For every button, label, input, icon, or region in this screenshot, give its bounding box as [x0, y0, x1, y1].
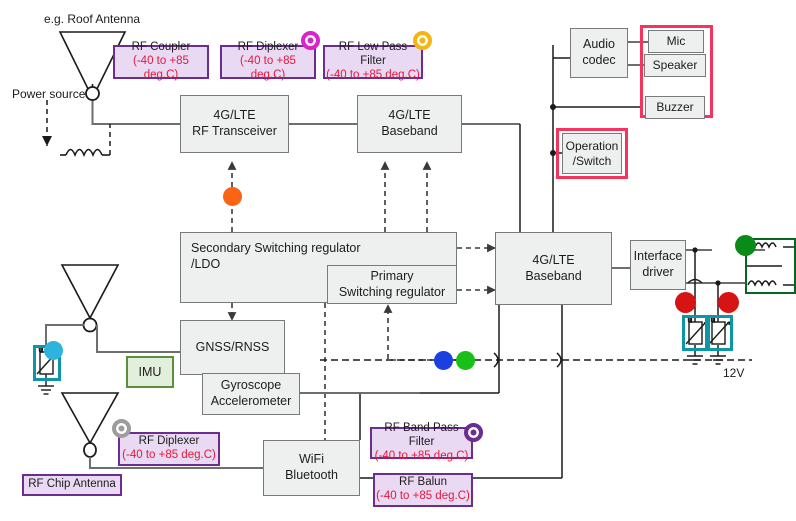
tag-rf-diplexer-top[interactable]: RF Diplexer (-40 to +85 deg.C) — [220, 41, 316, 81]
block-buzzer[interactable]: Buzzer — [645, 96, 705, 119]
marker-ring-magenta — [301, 31, 320, 50]
rf-chip-antenna-label: RF Chip Antenna — [28, 478, 116, 491]
marker-dot-red-right — [718, 292, 739, 313]
interface-driver-line1: Interface — [633, 249, 683, 264]
baseband-top-line2: Baseband — [381, 124, 438, 138]
wifi-bt-line1: WiFi — [298, 452, 324, 467]
rf-transceiver-line1: 4G/LTE — [213, 108, 256, 123]
primary-regulator-line2: Switching regulator — [338, 284, 446, 299]
tag-rf-diplexer-bottom[interactable]: RF Diplexer (-40 to +85 deg.C) — [118, 432, 220, 466]
rf-transceiver-line2: RF Transceiver — [192, 124, 277, 138]
buzzer-label: Buzzer — [656, 100, 694, 114]
block-gnss-rnss[interactable]: GNSS/RNSS — [180, 320, 285, 375]
rf-diplexer-bot-name: RF Diplexer — [138, 435, 200, 448]
block-lte-baseband-mid[interactable]: 4G/LTE Baseband — [495, 232, 612, 305]
primary-regulator-line1: Primary — [370, 268, 414, 283]
interface-driver-line2: driver — [642, 265, 674, 279]
operation-switch-line1: Operation — [565, 138, 619, 153]
baseband-top-line1: 4G/LTE — [388, 108, 431, 123]
rf-diplexer-top-temp: (-40 to +85 deg.C) — [240, 55, 296, 81]
label-12v: 12V — [723, 366, 745, 380]
imu-label: IMU — [138, 365, 162, 379]
rf-balun-name: RF Balun — [399, 476, 447, 489]
marker-ring-gray — [112, 419, 131, 438]
tag-rf-chip-antenna[interactable]: RF Chip Antenna — [22, 474, 122, 496]
marker-dot-green — [456, 351, 475, 370]
block-diagram-canvas: u u u 4G/LTE RF Transceiver 4G/LTE Baseb… — [0, 0, 796, 521]
label-power-source: Power source — [12, 87, 86, 101]
marker-dot-red-left — [675, 292, 696, 313]
marker-dot-orange — [223, 187, 242, 206]
rf-band-pass-name: RF Band Pass Filter — [384, 422, 459, 449]
operation-switch-line2: /Switch — [572, 153, 612, 168]
marker-ring-yellow — [413, 31, 432, 50]
block-interface-driver[interactable]: Interface driver — [630, 240, 686, 290]
gyro-line1: Gyroscope — [220, 378, 282, 393]
marker-dot-blue — [434, 351, 453, 370]
baseband-mid-line1: 4G/LTE — [532, 252, 575, 267]
audio-codec-line2: codec — [582, 53, 616, 67]
block-audio-codec[interactable]: Audio codec — [570, 28, 628, 78]
marker-dot-dark-green — [735, 235, 756, 256]
rf-diplexer-top-name: RF Diplexer — [237, 41, 299, 54]
gyro-line2: Accelerometer — [210, 394, 292, 408]
block-rf-transceiver[interactable]: 4G/LTE RF Transceiver — [180, 95, 289, 153]
audio-codec-line1: Audio — [583, 37, 615, 52]
block-lte-baseband-top[interactable]: 4G/LTE Baseband — [357, 95, 462, 153]
rf-low-pass-temp: (-40 to +85 deg.C) — [326, 68, 420, 81]
tag-rf-low-pass-filter[interactable]: RF Low Pass Filter (-40 to +85 deg.C) — [323, 41, 423, 81]
block-imu[interactable]: IMU — [126, 356, 174, 388]
tag-rf-band-pass-filter[interactable]: RF Band Pass Filter (-40 to +85 deg.C) — [370, 422, 473, 462]
speaker-label: Speaker — [652, 58, 698, 72]
rf-band-pass-temp: (-40 to +85 deg.C) — [374, 449, 469, 462]
tag-rf-coupler[interactable]: RF Coupler (-40 to +85 deg.C) — [113, 41, 209, 81]
block-primary-regulator[interactable]: Primary Switching regulator — [327, 265, 457, 304]
rf-balun-temp: (-40 to +85 deg.C) — [376, 490, 470, 502]
marker-ring-purple — [464, 423, 483, 442]
block-gyroscope-accelerometer[interactable]: Gyroscope Accelerometer — [202, 373, 300, 415]
mic-label: Mic — [666, 34, 686, 48]
block-wifi-bluetooth[interactable]: WiFi Bluetooth — [263, 440, 360, 496]
block-speaker[interactable]: Speaker — [644, 54, 706, 77]
rf-coupler-temp: (-40 to +85 deg.C) — [133, 55, 189, 81]
tag-rf-balun[interactable]: RF Balun (-40 to +85 deg.C) — [373, 473, 473, 507]
label-roof-antenna: e.g. Roof Antenna — [44, 12, 141, 26]
rf-low-pass-name: RF Low Pass Filter — [338, 41, 408, 68]
block-operation-switch[interactable]: Operation /Switch — [562, 133, 622, 174]
rf-coupler-name: RF Coupler — [131, 41, 191, 54]
rf-diplexer-bot-temp: (-40 to +85 deg.C) — [122, 449, 216, 461]
baseband-mid-line2: Baseband — [525, 268, 582, 283]
secondary-regulator-line1: Secondary Switching regulator — [191, 241, 361, 255]
varistor-group-2 — [705, 315, 733, 351]
gnss-label: GNSS/RNSS — [195, 339, 270, 354]
block-mic[interactable]: Mic — [648, 30, 704, 53]
wifi-bt-line2: Bluetooth — [285, 468, 338, 482]
marker-dot-cyan — [44, 341, 63, 360]
